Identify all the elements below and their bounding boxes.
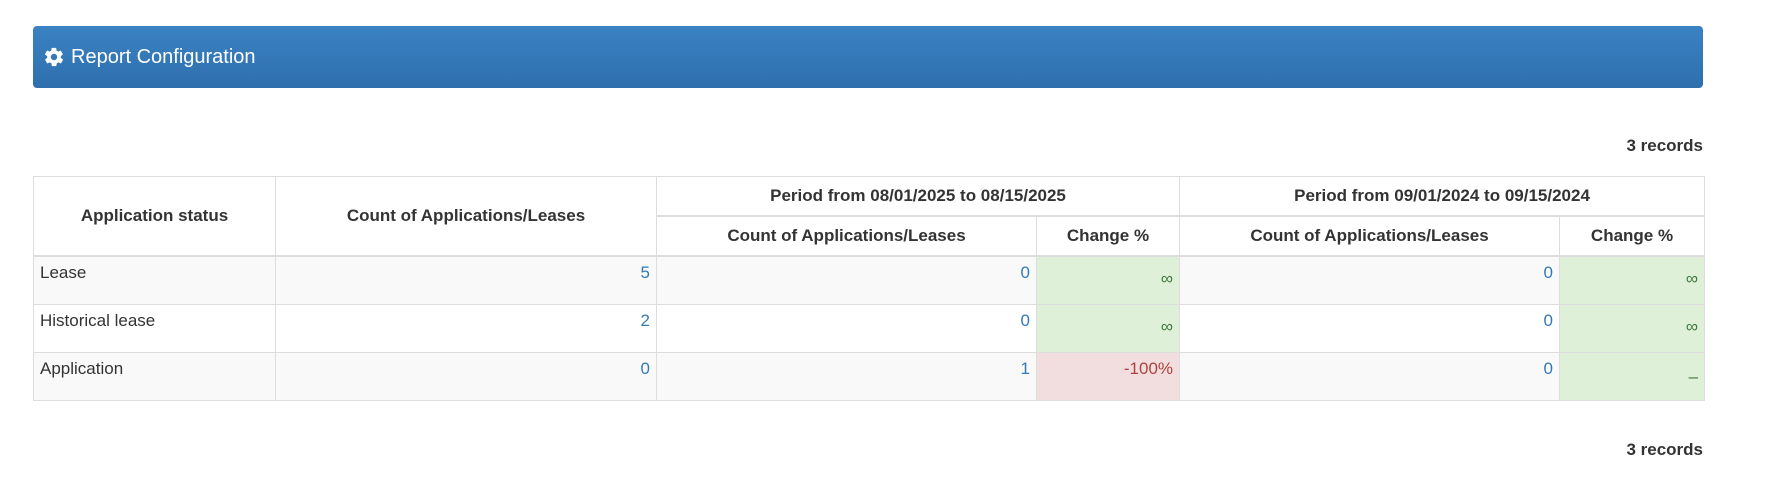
count-cell: 2 (275, 303, 657, 353)
period-2-count-link[interactable]: 0 (1544, 359, 1553, 378)
period-2-change-cell: – (1559, 351, 1706, 401)
panel-title: Report Configuration (71, 45, 256, 68)
header-period-1-change: Change % (1035, 215, 1181, 257)
table-row: Lease 5 0 ∞ 0 ∞ (33, 255, 1706, 305)
count-cell: 5 (275, 255, 657, 305)
period-2-count-cell: 0 (1179, 255, 1561, 305)
period-1-count-cell: 0 (656, 303, 1037, 353)
status-cell: Historical lease (33, 303, 276, 353)
table-row: Application 0 1 -100% 0 – (33, 351, 1706, 401)
table-row: Historical lease 2 0 ∞ 0 ∞ (33, 303, 1706, 353)
status-cell: Lease (33, 255, 276, 305)
period-2-change-cell: ∞ (1559, 303, 1706, 353)
period-1-count-cell: 0 (656, 255, 1037, 305)
header-period-2-change: Change % (1559, 215, 1706, 257)
period-2-count-link[interactable]: 0 (1544, 263, 1553, 282)
period-1-count-link[interactable]: 1 (1021, 359, 1030, 378)
period-1-change-cell: ∞ (1035, 255, 1181, 305)
period-2-count-cell: 0 (1179, 351, 1561, 401)
count-link[interactable]: 2 (641, 311, 650, 330)
period-2-count-link[interactable]: 0 (1544, 311, 1553, 330)
header-period-2-count: Count of Applications/Leases (1179, 215, 1561, 257)
period-1-change-cell: ∞ (1035, 303, 1181, 353)
header-count: Count of Applications/Leases (275, 176, 657, 257)
period-1-count-link[interactable]: 0 (1021, 263, 1030, 282)
count-link[interactable]: 5 (641, 263, 650, 282)
period-1-count-link[interactable]: 0 (1021, 311, 1030, 330)
period-2-change-cell: ∞ (1559, 255, 1706, 305)
header-period-1-count: Count of Applications/Leases (656, 215, 1037, 257)
report-configuration-panel-header[interactable]: Report Configuration (33, 26, 1703, 88)
period-1-change-cell: -100% (1035, 351, 1181, 401)
records-count-bottom: 3 records (1626, 440, 1703, 459)
count-cell: 0 (275, 351, 657, 401)
header-period-1: Period from 08/01/2025 to 08/15/2025 (655, 176, 1181, 217)
period-1-count-cell: 1 (656, 351, 1037, 401)
gear-icon (43, 46, 65, 68)
period-2-count-cell: 0 (1179, 303, 1561, 353)
records-count-top: 3 records (1626, 136, 1703, 155)
header-application-status: Application status (33, 176, 276, 257)
header-period-2: Period from 09/01/2024 to 09/15/2024 (1179, 176, 1706, 217)
count-link[interactable]: 0 (641, 359, 650, 378)
status-cell: Application (33, 351, 276, 401)
report-table: Application status Count of Applications… (33, 176, 1706, 401)
